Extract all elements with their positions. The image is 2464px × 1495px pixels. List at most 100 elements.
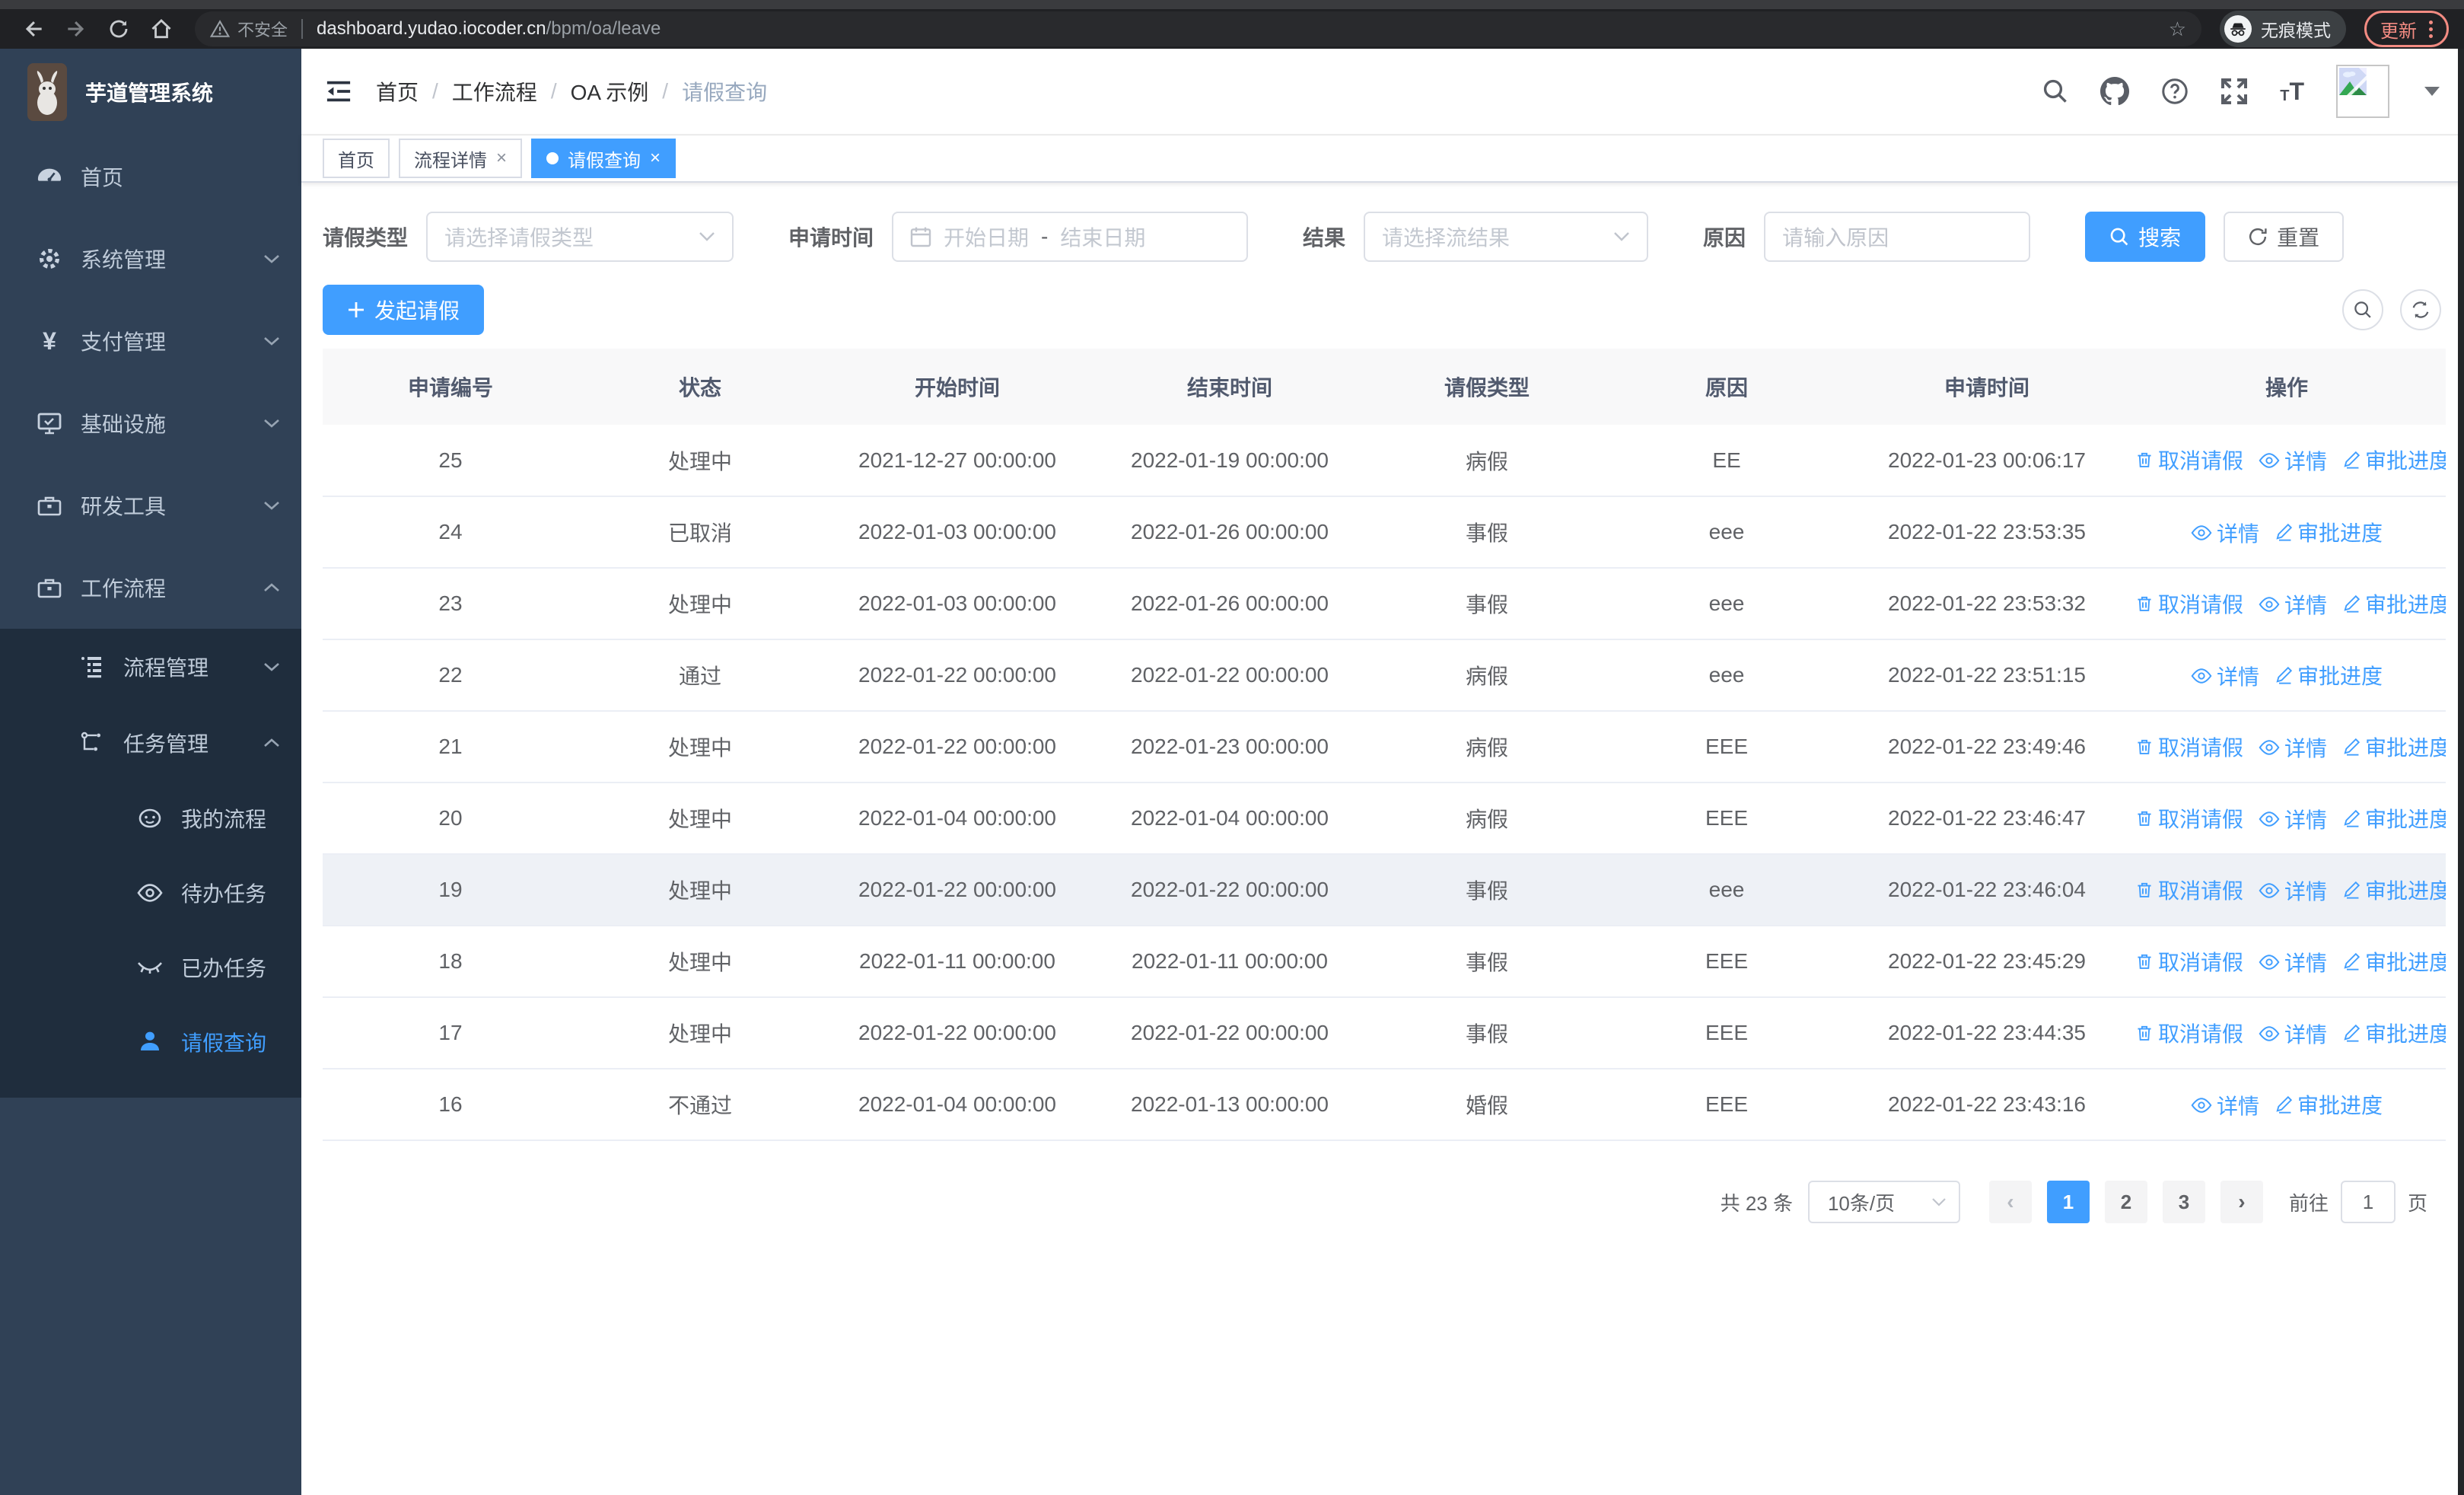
trash-icon <box>2138 811 2151 826</box>
browser-back-icon[interactable] <box>15 11 52 47</box>
detail-link[interactable]: 详情 <box>2259 732 2327 763</box>
cancel-leave-link[interactable]: 取消请假 <box>2135 946 2243 977</box>
sidebar-item-home[interactable]: 首页 <box>0 135 301 218</box>
detail-link[interactable]: 详情 <box>2191 661 2259 691</box>
approval-progress-link[interactable]: 审批进度 <box>2342 732 2446 762</box>
tab-leave-query[interactable]: 请假查询 × <box>531 139 676 178</box>
sidebar: 芋道管理系统 首页 系统管理 ¥ 支付管理 基础设施 研发工具 工作流程 流程管… <box>0 49 301 1495</box>
approval-progress-link[interactable]: 审批进度 <box>2275 1089 2383 1120</box>
approval-progress-link[interactable]: 审批进度 <box>2342 445 2446 475</box>
sidebar-item-process-mgmt[interactable]: 流程管理 <box>0 629 301 705</box>
avatar-caret-icon[interactable] <box>2424 87 2440 96</box>
browser-forward-icon[interactable] <box>58 11 94 47</box>
cell-type: 病假 <box>1367 711 1607 783</box>
date-range-picker[interactable]: 开始日期 - 结束日期 <box>892 212 1249 262</box>
cell-actions: 详情 审批进度 <box>2128 496 2446 569</box>
detail-link[interactable]: 详情 <box>2259 875 2327 906</box>
tab-process-detail[interactable]: 流程详情 × <box>399 139 523 178</box>
cell-type: 事假 <box>1367 854 1607 926</box>
detail-link[interactable]: 详情 <box>2259 947 2327 977</box>
app-logo[interactable]: 芋道管理系统 <box>0 49 301 135</box>
sidebar-item-my-process[interactable]: 我的流程 <box>0 781 301 856</box>
sidebar-item-payment[interactable]: ¥ 支付管理 <box>0 300 301 382</box>
cancel-leave-link[interactable]: 取消请假 <box>2135 445 2243 475</box>
search-icon[interactable] <box>2042 78 2068 104</box>
sidebar-item-task-mgmt[interactable]: 任务管理 <box>0 705 301 781</box>
url-divider <box>301 19 304 39</box>
page-button-1[interactable]: 1 <box>2046 1181 2090 1223</box>
reset-button[interactable]: 重置 <box>2224 212 2345 262</box>
refresh-table-button[interactable] <box>2400 289 2441 330</box>
browser-menu-icon[interactable] <box>2429 20 2433 38</box>
cancel-leave-link[interactable]: 取消请假 <box>2135 732 2243 762</box>
sidebar-item-todo-tasks[interactable]: 待办任务 <box>0 856 301 930</box>
fullscreen-icon[interactable] <box>2220 78 2248 105</box>
cell-id: 23 <box>323 568 578 640</box>
approval-progress-link[interactable]: 审批进度 <box>2342 803 2446 834</box>
approval-progress-link[interactable]: 审批进度 <box>2342 946 2446 977</box>
next-page-button[interactable]: › <box>2220 1181 2263 1223</box>
detail-link[interactable]: 详情 <box>2259 589 2327 620</box>
create-leave-button[interactable]: 发起请假 <box>323 285 485 335</box>
sidebar-item-leave-query[interactable]: 请假查询 <box>0 1005 301 1079</box>
search-button[interactable]: 搜索 <box>2085 212 2206 262</box>
github-icon[interactable] <box>2100 77 2130 106</box>
font-size-icon[interactable]: TT <box>2280 79 2304 104</box>
page-size-select[interactable]: 10条/页 <box>1807 1181 1960 1223</box>
cell-apply_time: 2022-01-22 23:53:32 <box>1846 568 2128 640</box>
sidebar-item-infra[interactable]: 基础设施 <box>0 382 301 464</box>
browser-update-button[interactable]: 更新 <box>2364 11 2449 47</box>
toggle-search-button[interactable] <box>2342 289 2383 330</box>
cancel-leave-link[interactable]: 取消请假 <box>2135 588 2243 619</box>
cell-status: 不通过 <box>578 1069 822 1141</box>
detail-link[interactable]: 详情 <box>2191 1090 2259 1120</box>
start-date-placeholder: 开始日期 <box>944 226 1030 250</box>
leave-type-select[interactable]: 请选择请假类型 <box>426 212 734 262</box>
close-icon[interactable]: × <box>650 148 661 169</box>
approval-progress-link[interactable]: 审批进度 <box>2342 588 2446 619</box>
approval-progress-link[interactable]: 审批进度 <box>2342 875 2446 905</box>
edit-icon <box>2276 666 2293 684</box>
page-button-2[interactable]: 2 <box>2104 1181 2147 1223</box>
cancel-leave-link[interactable]: 取消请假 <box>2135 803 2243 834</box>
close-icon[interactable]: × <box>496 148 507 169</box>
breadcrumb-home[interactable]: 首页 <box>376 76 419 107</box>
browser-reload-icon[interactable] <box>100 11 137 47</box>
tab-home[interactable]: 首页 <box>323 139 390 178</box>
security-warning[interactable]: 不安全 <box>210 17 288 41</box>
detail-link[interactable]: 详情 <box>2259 804 2327 834</box>
detail-link[interactable]: 详情 <box>2191 518 2259 548</box>
result-select[interactable]: 请选择流结果 <box>1364 212 1649 262</box>
detail-link[interactable]: 详情 <box>2259 445 2327 476</box>
cell-apply_time: 2022-01-22 23:46:04 <box>1846 854 2128 926</box>
detail-link[interactable]: 详情 <box>2259 1018 2327 1049</box>
cell-id: 20 <box>323 783 578 855</box>
sidebar-item-devtools[interactable]: 研发工具 <box>0 464 301 547</box>
approval-progress-link[interactable]: 审批进度 <box>2342 1018 2446 1048</box>
help-icon[interactable] <box>2161 78 2189 105</box>
sidebar-item-done-tasks[interactable]: 已办任务 <box>0 930 301 1005</box>
browser-home-icon[interactable] <box>143 11 180 47</box>
sidebar-item-workflow[interactable]: 工作流程 <box>0 547 301 629</box>
table-header-row: 申请编号 状态 开始时间 结束时间 请假类型 原因 申请时间 操作 <box>323 349 2446 425</box>
reason-input[interactable]: 请输入原因 <box>1764 212 2031 262</box>
breadcrumb-oa[interactable]: OA 示例 <box>571 76 649 107</box>
eye-closed-icon <box>137 960 163 975</box>
sidebar-collapse-icon[interactable] <box>326 80 352 103</box>
avatar[interactable] <box>2336 65 2389 118</box>
breadcrumb-workflow[interactable]: 工作流程 <box>452 76 537 107</box>
cell-reason: EEE <box>1607 1069 1846 1141</box>
approval-progress-link[interactable]: 审批进度 <box>2275 660 2383 690</box>
eye-icon <box>2259 1025 2280 1041</box>
approval-progress-link[interactable]: 审批进度 <box>2275 517 2383 547</box>
page-button-3[interactable]: 3 <box>2162 1181 2205 1223</box>
cancel-leave-link[interactable]: 取消请假 <box>2135 1018 2243 1048</box>
cell-status: 处理中 <box>578 854 822 926</box>
url-bar[interactable]: 不安全 dashboard.yudao.iocoder.cn/bpm/oa/le… <box>195 11 2201 46</box>
cancel-leave-link[interactable]: 取消请假 <box>2135 875 2243 905</box>
yen-icon: ¥ <box>43 327 56 355</box>
goto-page-input[interactable]: 1 <box>2340 1181 2396 1223</box>
prev-page-button[interactable]: ‹ <box>1988 1181 2032 1223</box>
bookmark-star-icon[interactable]: ☆ <box>2169 19 2186 39</box>
sidebar-item-system[interactable]: 系统管理 <box>0 218 301 300</box>
